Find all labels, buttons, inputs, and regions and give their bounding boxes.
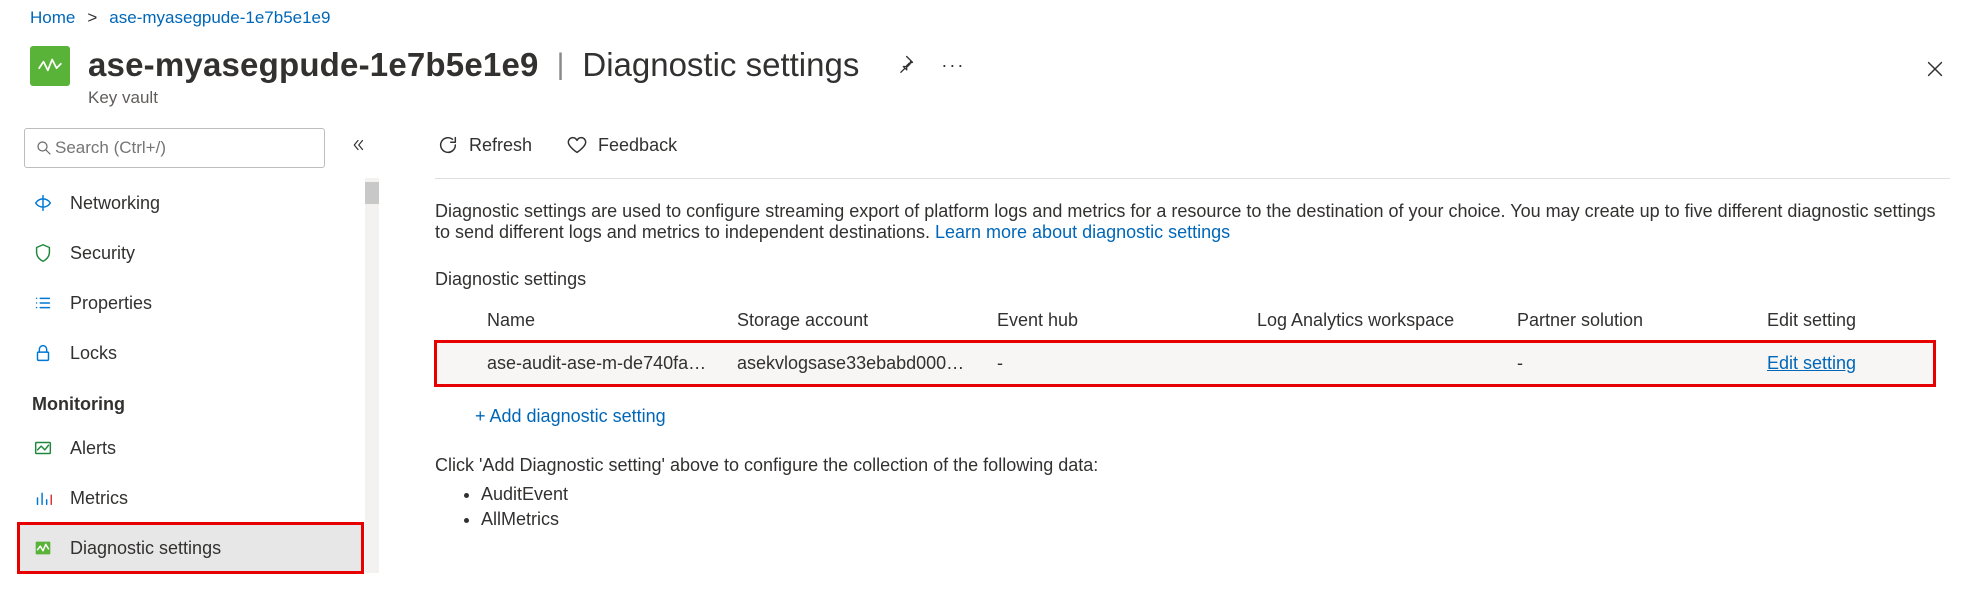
page-header: ase-myasegpude-1e7b5e1e9 | Diagnostic se… [0,28,1984,122]
cell-storage: asekvlogsase33ebabd000… [725,341,985,386]
table-header-row: Name Storage account Event hub Log Analy… [435,300,1935,341]
sidebar-item-label: Metrics [70,488,128,509]
sidebar-scrollbar-thumb[interactable] [365,182,379,204]
sidebar-item-label: Alerts [70,438,116,459]
footer-note: Click 'Add Diagnostic setting' above to … [435,455,1950,530]
table-row[interactable]: ase-audit-ase-m-de740fa… asekvlogsase33e… [435,341,1935,386]
sidebar-nav: Networking Security Properties Locks Mon… [18,178,385,573]
metrics-icon [32,487,54,509]
toolbar: Refresh Feedback [435,122,1950,179]
feedback-label: Feedback [598,135,677,156]
sidebar-item-security[interactable]: Security [18,228,363,278]
col-name: Name [475,300,725,341]
sidebar-item-properties[interactable]: Properties [18,278,363,328]
networking-icon [32,192,54,214]
breadcrumb-separator-icon: > [87,8,97,28]
search-input-wrapper[interactable] [24,128,325,168]
sidebar-item-locks[interactable]: Locks [18,328,363,378]
col-law: Log Analytics workspace [1245,300,1505,341]
sidebar: Networking Security Properties Locks Mon… [0,122,385,595]
cell-eventhub: - [985,341,1245,386]
sidebar-item-alerts[interactable]: Alerts [18,423,363,473]
sidebar-item-label: Locks [70,343,117,364]
sidebar-scrollbar[interactable] [365,178,379,573]
feedback-button[interactable]: Feedback [564,130,679,160]
diagnostic-settings-table: Name Storage account Event hub Log Analy… [435,300,1935,386]
col-partner: Partner solution [1505,300,1755,341]
title-separator: | [557,48,565,82]
refresh-label: Refresh [469,135,532,156]
diagnostic-icon [32,537,54,559]
description: Diagnostic settings are used to configur… [435,179,1950,243]
refresh-icon [437,134,459,156]
properties-icon [32,292,54,314]
sidebar-item-diagnostic-settings[interactable]: Diagnostic settings [18,523,363,573]
keyvault-icon [30,46,70,86]
footer-item: AuditEvent [481,484,1950,505]
collapse-sidebar-button[interactable] [343,135,373,161]
resource-type-label: Key vault [88,88,1954,108]
pin-button[interactable] [891,50,919,81]
sidebar-item-label: Security [70,243,135,264]
lock-icon [32,342,54,364]
sidebar-item-label: Networking [70,193,160,214]
edit-setting-link[interactable]: Edit setting [1767,353,1856,373]
close-button[interactable] [1920,54,1950,90]
sidebar-item-networking[interactable]: Networking [18,178,363,228]
search-icon [35,139,53,157]
col-storage: Storage account [725,300,985,341]
col-eventhub: Event hub [985,300,1245,341]
page-section: Diagnostic settings [582,46,859,84]
col-edit: Edit setting [1755,300,1935,341]
cell-partner: - [1505,341,1755,386]
shield-icon [32,242,54,264]
sidebar-item-label: Diagnostic settings [70,538,221,559]
cell-name: ase-audit-ase-m-de740fa… [475,341,725,386]
breadcrumb: Home > ase-myasegpude-1e7b5e1e9 [0,0,1984,28]
breadcrumb-home[interactable]: Home [30,8,75,28]
footer-item: AllMetrics [481,509,1950,530]
diagnostic-settings-label: Diagnostic settings [435,269,1950,290]
more-button[interactable]: ··· [937,51,969,80]
add-diagnostic-setting-link[interactable]: + Add diagnostic setting [475,406,666,426]
refresh-button[interactable]: Refresh [435,130,534,160]
footer-text: Click 'Add Diagnostic setting' above to … [435,455,1950,476]
sidebar-group-monitoring: Monitoring [18,378,363,423]
main-content: Refresh Feedback Diagnostic settings are… [385,122,1984,595]
alerts-icon [32,437,54,459]
sidebar-item-metrics[interactable]: Metrics [18,473,363,523]
learn-more-link[interactable]: Learn more about diagnostic settings [935,222,1230,242]
search-input[interactable] [53,137,314,159]
page-title: ase-myasegpude-1e7b5e1e9 [88,46,539,84]
heart-icon [566,134,588,156]
sidebar-item-label: Properties [70,293,152,314]
cell-law [1245,341,1505,386]
breadcrumb-resource[interactable]: ase-myasegpude-1e7b5e1e9 [109,8,330,28]
